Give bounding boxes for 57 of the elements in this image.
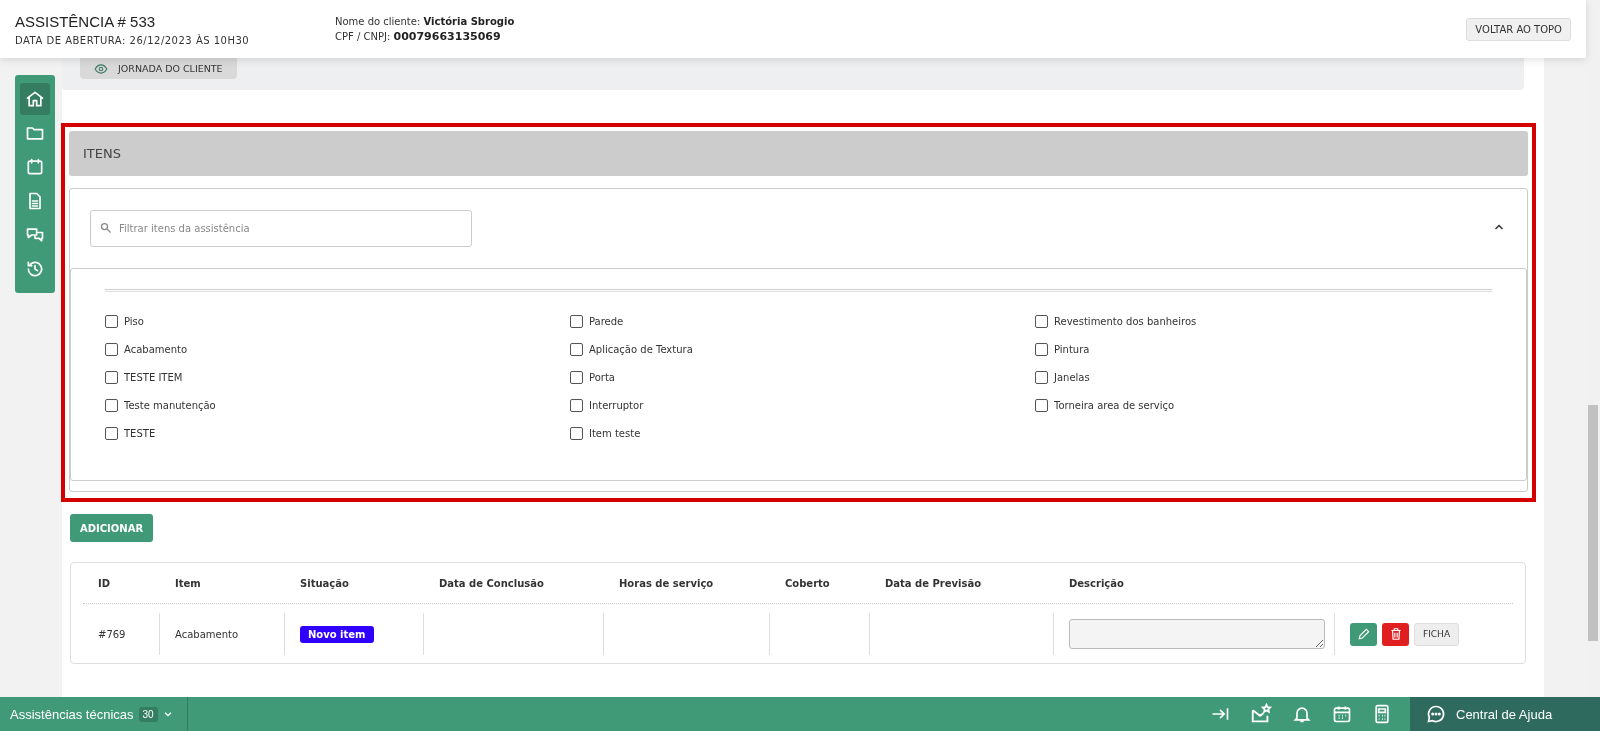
- trash-icon: [1388, 627, 1403, 641]
- history-icon: [25, 259, 45, 279]
- client-label: Nome do cliente:: [335, 15, 421, 27]
- item-checkbox[interactable]: TESTE ITEM: [105, 370, 570, 384]
- count-badge: 30: [138, 706, 158, 722]
- item-checkbox[interactable]: Janelas: [1035, 370, 1492, 384]
- house-icon: [25, 89, 45, 109]
- bell-icon[interactable]: [1292, 704, 1312, 724]
- column-header: Data de Previsão: [884, 577, 983, 589]
- table-cell: Acabamento: [160, 613, 285, 655]
- item-checkbox[interactable]: Teste manutenção: [105, 398, 570, 412]
- column-header: Horas de serviço: [618, 577, 715, 589]
- help-center-button[interactable]: Central de Ajuda: [1410, 697, 1600, 731]
- item-checkbox[interactable]: Piso: [105, 314, 570, 328]
- search-field[interactable]: Filtrar itens da assistência: [90, 210, 472, 247]
- item-checkbox[interactable]: TESTE: [105, 426, 570, 440]
- item-checkbox[interactable]: Aplicação de Textura: [570, 342, 1035, 356]
- opening-date: DATA DE ABERTURA: 26/12/2023 ÀS 10H30: [15, 34, 251, 46]
- chat-bubbles-icon: [25, 225, 45, 245]
- chevron-down-icon: [162, 709, 173, 719]
- edit-button[interactable]: [1350, 622, 1377, 646]
- mail-star-icon[interactable]: [1250, 703, 1272, 725]
- calculator-icon[interactable]: [1372, 704, 1392, 724]
- page-title: ASSISTÊNCIA # 533: [15, 12, 157, 30]
- document-number: 00079663135069: [393, 29, 501, 43]
- column-header: Situação: [299, 577, 350, 589]
- document-label: CPF / CNPJ:: [335, 30, 391, 42]
- chat-bubble-icon: [1426, 704, 1446, 724]
- sidebar-item[interactable]: [20, 83, 50, 115]
- column-header: Descrição: [1068, 577, 1125, 589]
- column-header: Item: [174, 577, 202, 589]
- sheet-button[interactable]: FICHA: [1414, 622, 1460, 646]
- search-icon: [100, 222, 112, 234]
- back-to-top-button[interactable]: VOLTAR AO TOPO: [1466, 17, 1571, 41]
- delete-button[interactable]: [1382, 622, 1409, 646]
- column-header: Data de Conclusão: [438, 577, 545, 589]
- item-checkbox[interactable]: Revestimento dos banheiros: [1035, 314, 1492, 328]
- module-selector[interactable]: Assistências técnicas 30: [0, 697, 188, 731]
- column-header: ID: [97, 577, 112, 589]
- section-title: ITENS: [83, 146, 121, 161]
- client-name: Victória Sbrogio: [423, 15, 515, 27]
- item-checkbox[interactable]: Torneira area de serviço: [1035, 398, 1492, 412]
- table-cell: #769: [83, 613, 160, 655]
- column-header: Coberto: [784, 577, 831, 589]
- item-checkbox[interactable]: Item teste: [570, 426, 1035, 440]
- item-checkbox[interactable]: Pintura: [1035, 342, 1492, 356]
- description-field[interactable]: [1069, 619, 1325, 649]
- eye-icon: [94, 61, 108, 76]
- item-checkbox[interactable]: Acabamento: [105, 342, 570, 356]
- calendar-icon: [25, 157, 45, 177]
- status-badge: Novo item: [300, 625, 374, 643]
- item-checkbox[interactable]: Parede: [570, 314, 1035, 328]
- calendar-icon[interactable]: [1332, 704, 1352, 724]
- item-checkbox[interactable]: Porta: [570, 370, 1035, 384]
- pencil-icon: [1356, 627, 1371, 641]
- item-checkbox[interactable]: Interruptor: [570, 398, 1035, 412]
- customer-journey-button[interactable]: JORNADA DO CLIENTE: [80, 58, 237, 79]
